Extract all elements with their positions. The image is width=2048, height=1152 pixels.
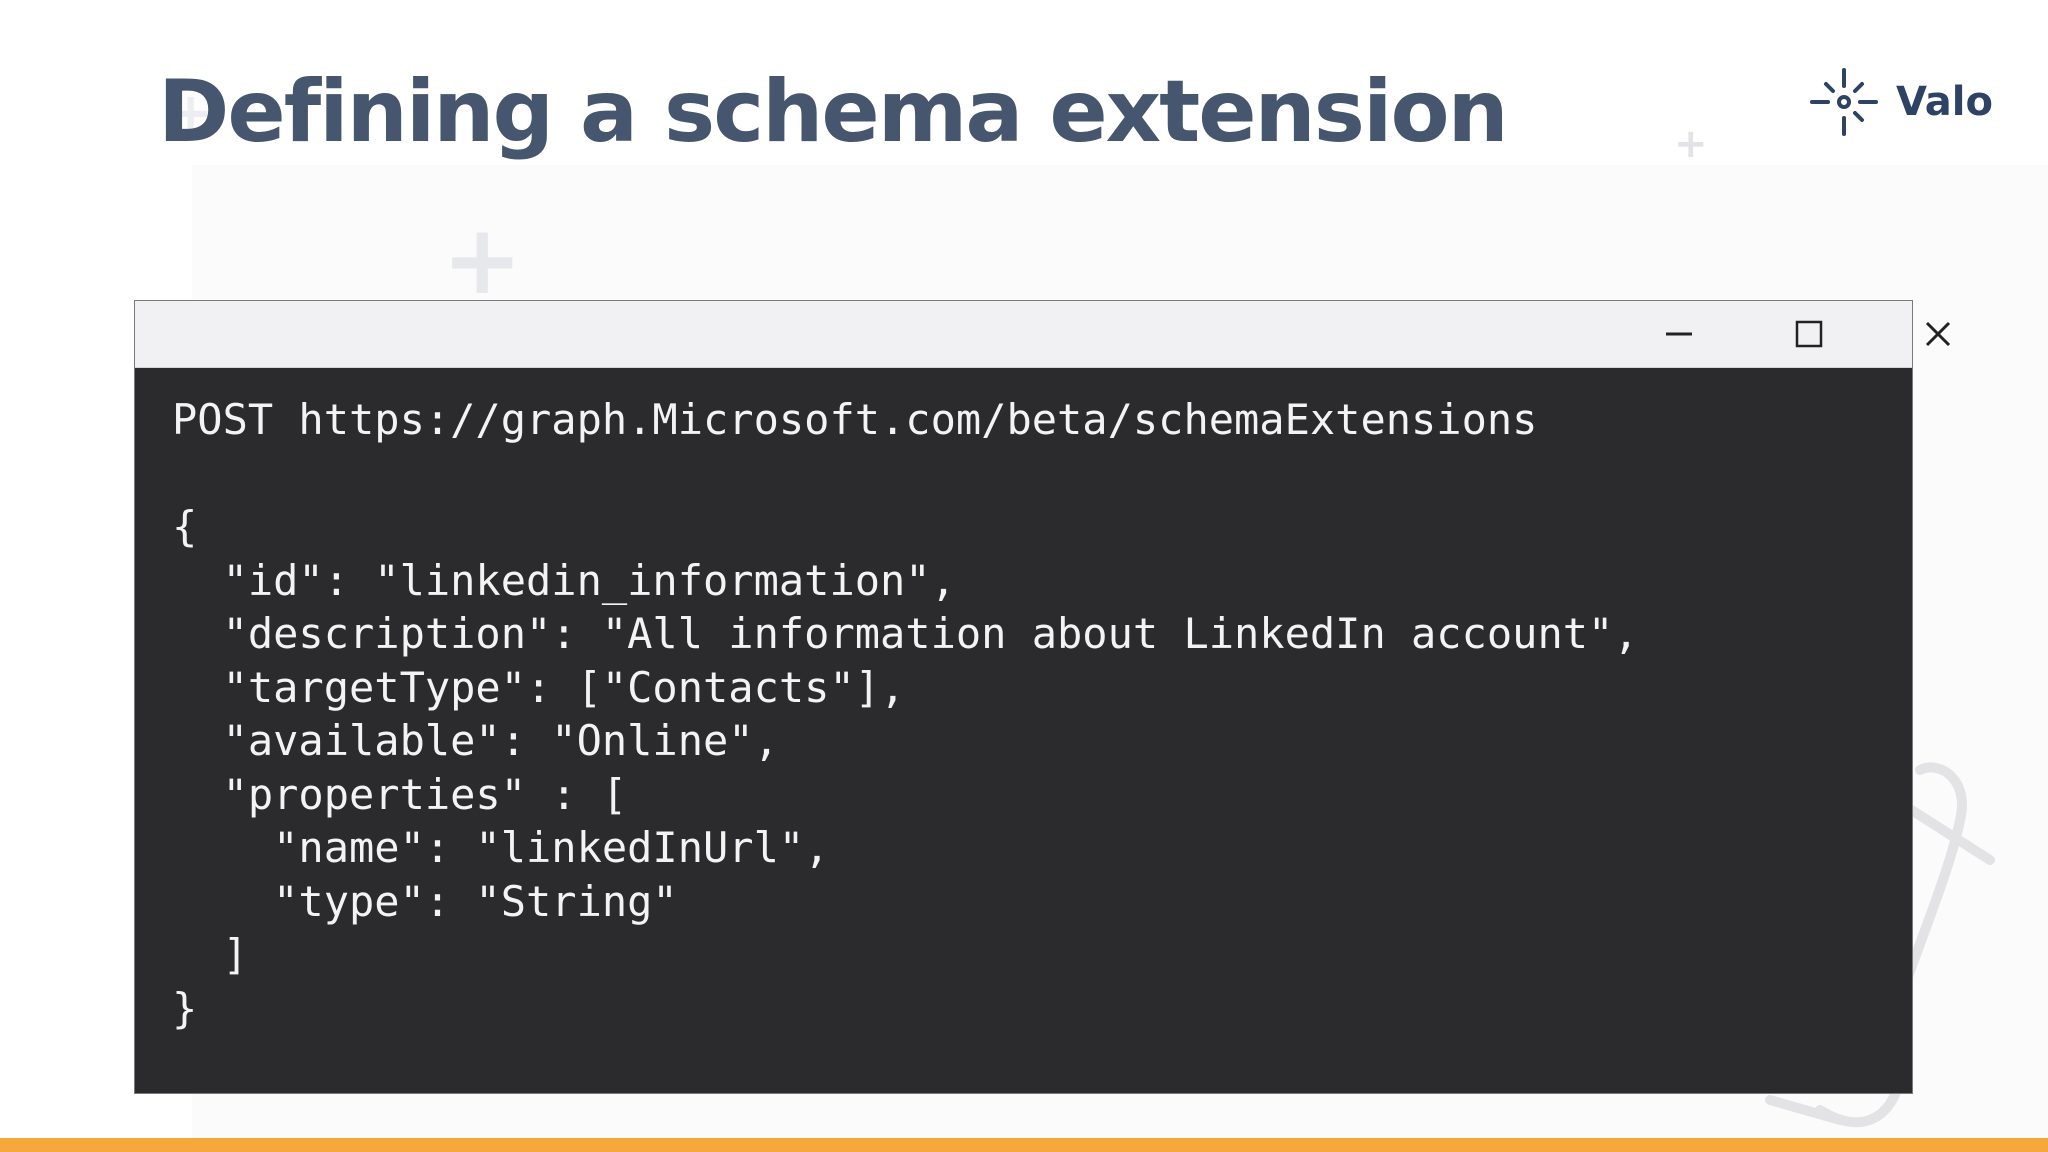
code-line: } <box>172 983 198 1033</box>
close-icon <box>1925 321 1951 347</box>
close-button[interactable] <box>1898 301 1978 367</box>
code-block[interactable]: POST https://graph.Microsoft.com/beta/sc… <box>135 368 1912 1035</box>
maximize-icon <box>1795 320 1823 348</box>
code-line: ] <box>172 930 248 979</box>
code-line: "description": "All information about Li… <box>172 609 1639 658</box>
code-line: ​ <box>172 447 1912 501</box>
code-window: POST https://graph.Microsoft.com/beta/sc… <box>134 300 1951 1094</box>
code-line: "type": "String" <box>172 876 678 926</box>
code-line: "properties" : [ <box>172 769 628 819</box>
window-titlebar[interactable] <box>135 301 1951 368</box>
code-line: "id": "linkedin_information", <box>172 555 956 605</box>
sparkle-target-icon <box>1810 68 1878 136</box>
minimize-icon <box>1666 332 1692 336</box>
code-line: POST https://graph.Microsoft.com/beta/sc… <box>172 395 1538 444</box>
decorative-plus-icon: + <box>442 204 523 316</box>
logo-text: Valo <box>1896 79 1993 125</box>
minimize-button[interactable] <box>1639 301 1719 367</box>
decorative-plus-icon: + <box>1674 121 1708 167</box>
code-line: "name": "linkedInUrl", <box>172 823 830 872</box>
page-title: Defining a schema extension <box>158 62 1509 162</box>
accent-bar <box>0 1138 2048 1152</box>
valo-logo: Valo <box>1808 64 1993 140</box>
code-line: { <box>172 502 198 551</box>
code-line: "available": "Online", <box>172 716 779 765</box>
maximize-button[interactable] <box>1769 301 1849 367</box>
code-line: "targetType": ["Contacts"], <box>172 662 906 712</box>
